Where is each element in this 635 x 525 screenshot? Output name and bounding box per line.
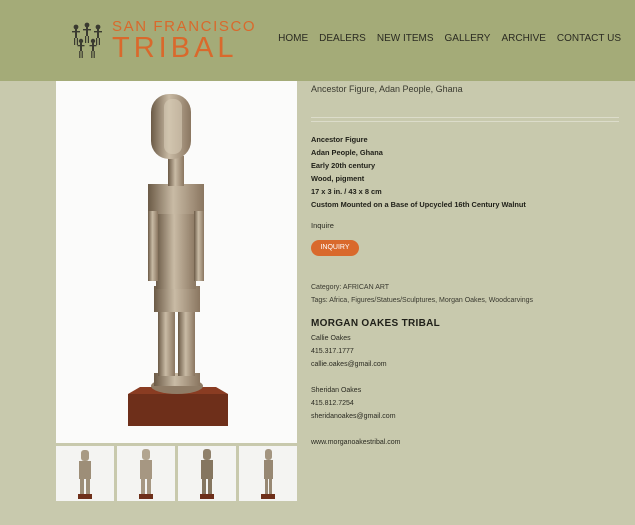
- detail-name: Ancestor Figure: [311, 135, 368, 144]
- contact-email-1[interactable]: callie.oakes@gmail.com: [311, 361, 387, 368]
- detail-date: Early 20th century: [311, 161, 376, 170]
- contact-phone-2[interactable]: 415.812.7254: [311, 400, 354, 407]
- detail-dimensions: 17 x 3 in. / 43 x 8 cm: [311, 187, 382, 196]
- contact-name-2: Sheridan Oakes: [311, 387, 362, 394]
- figure-thumbnail-icon: [200, 449, 214, 499]
- ancestor-figure-photo: [128, 94, 228, 426]
- nav-contact-us[interactable]: CONTACT US: [557, 33, 621, 44]
- thumbnail-strip: [56, 446, 297, 501]
- nav-gallery[interactable]: GALLERY: [445, 33, 491, 44]
- site-header: SAN FRANCISCO TRIBAL HOME DEALERS NEW IT…: [0, 0, 635, 81]
- nav-home[interactable]: HOME: [278, 33, 308, 44]
- detail-material: Wood, pigment: [311, 174, 365, 183]
- product-main-image[interactable]: [56, 81, 297, 443]
- category-link[interactable]: AFRICAN ART: [343, 284, 389, 291]
- detail-people: Adan People, Ghana: [311, 148, 383, 157]
- thumbnail-2[interactable]: [117, 446, 175, 501]
- figure-thumbnail-icon: [139, 449, 153, 499]
- contact-name-1: Callie Oakes: [311, 335, 351, 342]
- title-divider: [311, 117, 619, 118]
- contact-phone-1[interactable]: 415.317.1777: [311, 348, 354, 355]
- thumbnail-3[interactable]: [178, 446, 236, 501]
- site-logo[interactable]: SAN FRANCISCO TRIBAL: [70, 18, 255, 64]
- thumbnail-1[interactable]: [56, 446, 114, 501]
- nav-dealers[interactable]: DEALERS: [319, 33, 366, 44]
- dealer-website-link[interactable]: www.morganoakestribal.com: [311, 439, 400, 446]
- tags-links[interactable]: Africa, Figures/Statues/Sculptures, Morg…: [329, 297, 533, 304]
- inquire-label: Inquire: [311, 221, 334, 230]
- product-title: Ancestor Figure, Adan People, Ghana: [311, 84, 463, 94]
- inquiry-button[interactable]: INQUIRY: [311, 240, 359, 256]
- product-details: Ancestor Figure Adan People, Ghana Early…: [311, 133, 526, 211]
- thumbnail-4[interactable]: [239, 446, 297, 501]
- tags-line: Tags: Africa, Figures/Statues/Sculptures…: [311, 297, 533, 304]
- dealer-name: MORGAN OAKES TRIBAL: [311, 318, 441, 329]
- category-line: Category: AFRICAN ART: [311, 284, 389, 291]
- logo-text-bottom: TRIBAL: [112, 32, 238, 64]
- nav-new-items[interactable]: NEW ITEMS: [377, 33, 434, 44]
- nav-archive[interactable]: ARCHIVE: [501, 33, 545, 44]
- figure-thumbnail-icon: [261, 449, 275, 499]
- category-label: Category:: [311, 284, 342, 291]
- detail-mount: Custom Mounted on a Base of Upcycled 16t…: [311, 200, 526, 209]
- main-nav: HOME DEALERS NEW ITEMS GALLERY ARCHIVE C…: [267, 33, 621, 44]
- tags-label: Tags:: [311, 297, 328, 304]
- contact-email-2[interactable]: sheridanoakes@gmail.com: [311, 413, 396, 420]
- tribal-figures-icon: [72, 22, 102, 58]
- figure-thumbnail-icon: [78, 450, 92, 499]
- title-divider-2: [311, 121, 619, 122]
